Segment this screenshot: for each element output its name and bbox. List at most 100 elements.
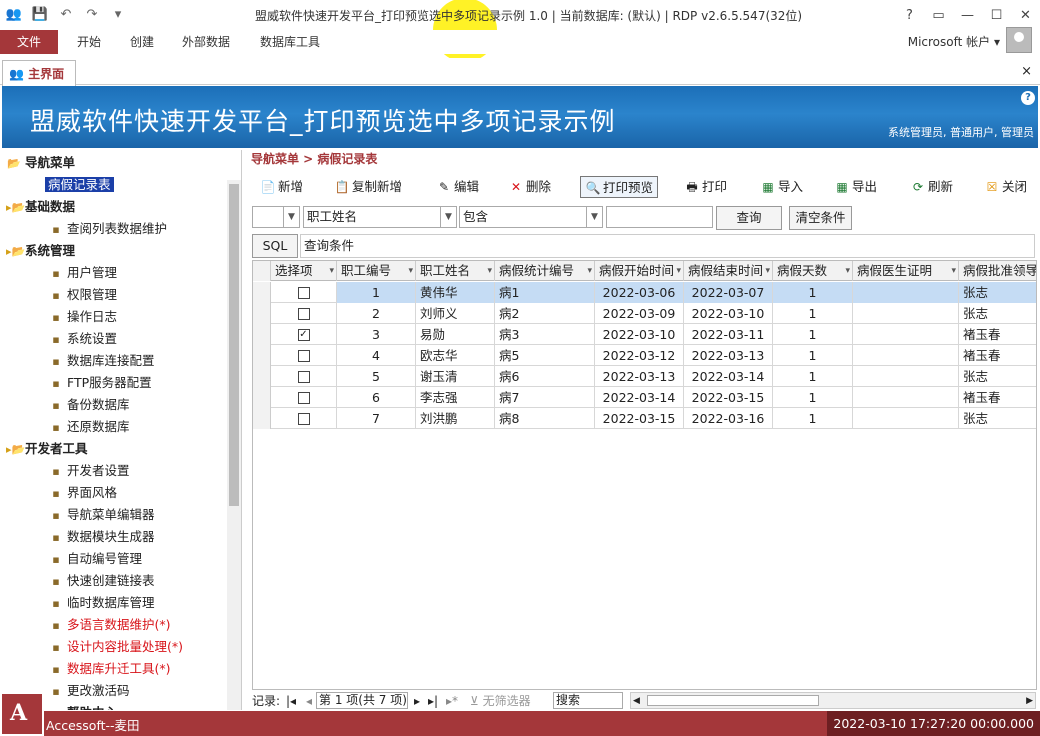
clear-conditions-button[interactable]: 清空条件 <box>789 206 852 230</box>
cell-doctor-cert[interactable] <box>853 408 959 429</box>
table-row[interactable]: ✓ 3 易勋 病3 2022-03-10 2022-03-11 1 褚玉春 <box>253 324 1036 345</box>
refresh-button[interactable]: ⟳ 刷新 <box>910 176 953 198</box>
avatar[interactable] <box>1006 27 1032 53</box>
column-header-stat-code[interactable]: 病假统计编号 ▾ <box>495 261 595 281</box>
row-selector[interactable] <box>253 282 271 303</box>
cell-days[interactable]: 1 <box>773 387 853 408</box>
last-record-button[interactable]: ▸| <box>428 692 438 710</box>
cell-end-date[interactable]: 2022-03-10 <box>684 303 773 324</box>
column-header-end-date[interactable]: 病假结束时间 ▾ <box>684 261 773 281</box>
cell-days[interactable]: 1 <box>773 408 853 429</box>
search-button[interactable]: 查询 <box>716 206 782 230</box>
nav-item-1-4[interactable]: ▪ 数据库连接配置 <box>48 350 154 372</box>
cell-start-date[interactable]: 2022-03-13 <box>595 366 684 387</box>
table-row[interactable]: 2 刘师义 病2 2022-03-09 2022-03-10 1 张志 <box>253 303 1036 324</box>
cell-employee-name[interactable]: 易勋 <box>416 324 495 345</box>
select-checkbox[interactable] <box>297 391 310 404</box>
select-checkbox[interactable]: ✓ <box>297 328 310 341</box>
close-form-button[interactable]: ☒ 关闭 <box>984 176 1027 198</box>
nav-item-1-2[interactable]: ▪ 操作日志 <box>48 306 117 328</box>
cell-employee-id[interactable]: 4 <box>337 345 416 366</box>
table-row[interactable]: 1 黄伟华 病1 2022-03-06 2022-03-07 1 张志 <box>253 282 1036 303</box>
new-button[interactable]: 📄 新增 <box>260 176 304 198</box>
nav-item-2-8[interactable]: ▪ 设计内容批量处理(*) <box>48 636 183 658</box>
column-header-doctor-cert[interactable]: 病假医生证明 ▾ <box>853 261 959 281</box>
nav-item-help[interactable]: ▪帮助中心 <box>48 702 117 710</box>
print-button[interactable]: 🖶 打印 <box>684 176 727 198</box>
scrollbar-thumb[interactable] <box>647 695 819 706</box>
cell-start-date[interactable]: 2022-03-15 <box>595 408 684 429</box>
sort-dropdown-icon[interactable]: ▾ <box>329 261 334 281</box>
cell-employee-name[interactable]: 李志强 <box>416 387 495 408</box>
cell-end-date[interactable]: 2022-03-15 <box>684 387 773 408</box>
table-row[interactable]: 7 刘洪鹏 病8 2022-03-15 2022-03-16 1 张志 <box>253 408 1036 429</box>
scrollbar-thumb[interactable] <box>229 184 239 506</box>
nav-item-2-10[interactable]: ▪ 更改激活码 <box>48 680 129 702</box>
cell-start-date[interactable]: 2022-03-06 <box>595 282 684 303</box>
nav-item-2-7[interactable]: ▪ 多语言数据维护(*) <box>48 614 170 636</box>
export-button[interactable]: ▦ 导出 <box>834 176 877 198</box>
cell-stat-code[interactable]: 病8 <box>495 408 595 429</box>
nav-item-2-9[interactable]: ▪ 数据库升迁工具(*) <box>48 658 170 680</box>
cell-employee-id[interactable]: 7 <box>337 408 416 429</box>
cell-stat-code[interactable]: 病5 <box>495 345 595 366</box>
tab-home[interactable]: 开始 <box>77 30 101 54</box>
column-header-select[interactable]: 选择项 ▾ <box>271 261 337 281</box>
tab-external-data[interactable]: 外部数据 <box>182 30 230 54</box>
cell-employee-id[interactable]: 2 <box>337 303 416 324</box>
tab-create[interactable]: 创建 <box>130 30 154 54</box>
nav-item-2-4[interactable]: ▪ 自动编号管理 <box>48 548 142 570</box>
cell-employee-name[interactable]: 刘师义 <box>416 303 495 324</box>
row-selector[interactable] <box>253 366 271 387</box>
nav-group-0[interactable]: ▸📂基础数据 <box>6 196 75 218</box>
row-selector[interactable] <box>253 345 271 366</box>
sort-dropdown-icon[interactable]: ▾ <box>765 261 770 281</box>
nav-group-1[interactable]: ▸📂系统管理 <box>6 240 75 262</box>
print-preview-button[interactable]: 🔍 打印预览 <box>580 176 659 198</box>
nav-item-1-6[interactable]: ▪ 备份数据库 <box>48 394 129 416</box>
cell-employee-id[interactable]: 3 <box>337 324 416 345</box>
save-icon[interactable]: 💾 <box>32 6 48 22</box>
cell-start-date[interactable]: 2022-03-10 <box>595 324 684 345</box>
nav-item-1-3[interactable]: ▪ 系统设置 <box>48 328 117 350</box>
select-checkbox[interactable] <box>297 307 310 320</box>
nav-item-2-6[interactable]: ▪ 临时数据库管理 <box>48 592 154 614</box>
nav-item-1-7[interactable]: ▪ 还原数据库 <box>48 416 129 438</box>
nav-item-1-0[interactable]: ▪ 用户管理 <box>48 262 117 284</box>
cell-doctor-cert[interactable] <box>853 345 959 366</box>
cell-employee-name[interactable]: 黄伟华 <box>416 282 495 303</box>
row-selector[interactable] <box>253 387 271 408</box>
close-button[interactable]: ✕ <box>1011 0 1040 30</box>
row-selector[interactable] <box>253 324 271 345</box>
cell-employee-id[interactable]: 1 <box>337 282 416 303</box>
nav-item-0-0[interactable]: ▪ 查阅列表数据维护 <box>48 218 167 240</box>
nav-item-1-1[interactable]: ▪ 权限管理 <box>48 284 117 306</box>
cell-employee-id[interactable]: 6 <box>337 387 416 408</box>
scroll-right-icon[interactable]: ▶ <box>1026 692 1033 710</box>
cell-approver[interactable]: 褚玉春 <box>959 387 1036 408</box>
cell-start-date[interactable]: 2022-03-14 <box>595 387 684 408</box>
cell-end-date[interactable]: 2022-03-11 <box>684 324 773 345</box>
sort-dropdown-icon[interactable]: ▾ <box>1031 261 1036 281</box>
users-icon[interactable]: 👥 <box>6 6 22 22</box>
help-icon[interactable]: ? <box>1021 91 1035 105</box>
scroll-left-icon[interactable]: ◀ <box>633 692 640 710</box>
maximize-button[interactable]: ☐ <box>982 0 1011 30</box>
cell-days[interactable]: 1 <box>773 345 853 366</box>
filter-status[interactable]: ⊻ 无筛选器 <box>470 692 531 710</box>
sort-dropdown-icon[interactable]: ▾ <box>676 261 681 281</box>
previous-record-button[interactable]: ◂ <box>306 692 312 710</box>
cell-doctor-cert[interactable] <box>853 303 959 324</box>
select-checkbox[interactable] <box>297 286 310 299</box>
cell-approver[interactable]: 张志 <box>959 408 1036 429</box>
cell-stat-code[interactable]: 病3 <box>495 324 595 345</box>
select-checkbox[interactable] <box>297 370 310 383</box>
ribbon-display-button[interactable]: ▭ <box>924 0 953 30</box>
copy-new-button[interactable]: 📋 复制新增 <box>334 176 403 198</box>
nav-item-2-3[interactable]: ▪ 数据模块生成器 <box>48 526 154 548</box>
cell-days[interactable]: 1 <box>773 366 853 387</box>
cell-approver[interactable]: 张志 <box>959 366 1036 387</box>
nav-group-2[interactable]: ▸📂开发者工具 <box>6 438 88 460</box>
help-button[interactable]: ? <box>895 0 924 30</box>
cell-end-date[interactable]: 2022-03-13 <box>684 345 773 366</box>
